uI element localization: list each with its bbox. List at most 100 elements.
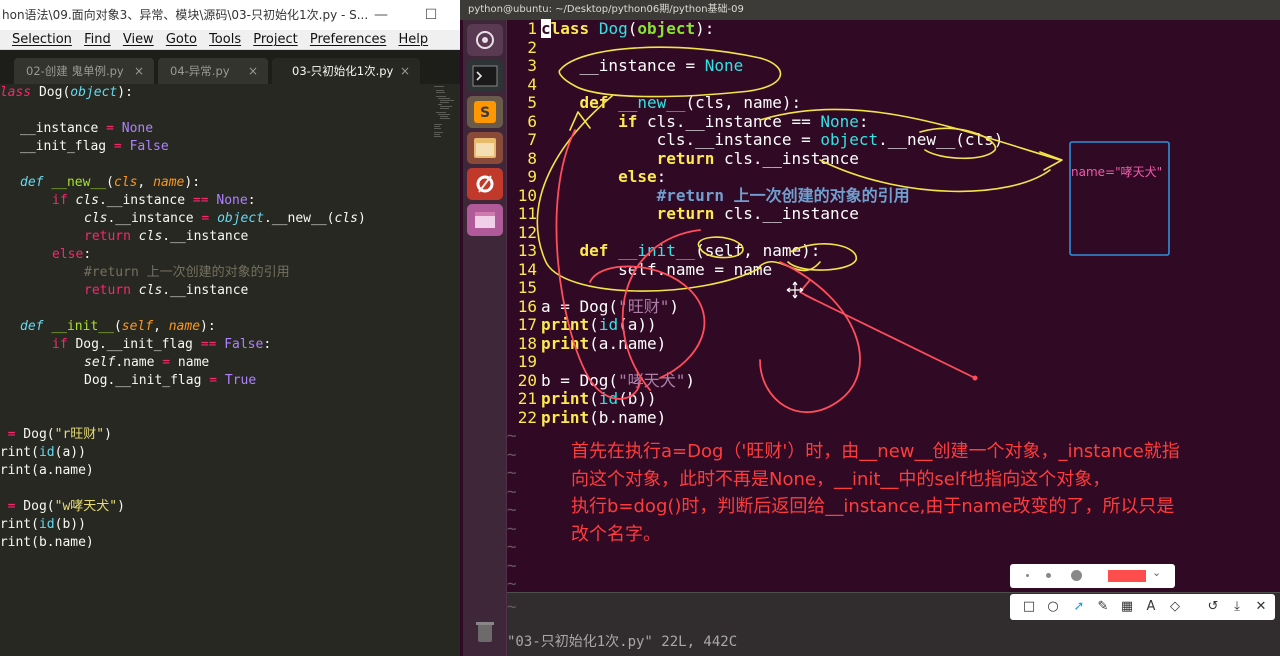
pen-color-swatch[interactable]: [1108, 570, 1146, 582]
vim-line: 8 return cls.__instance: [527, 148, 859, 168]
tab-bar: 02-创建 鬼单例.py × 04-异常.py × 03-只初始化1次.py ×: [0, 50, 460, 84]
code-line: print(a.name): [0, 463, 94, 478]
vim-tilde: ~: [507, 537, 517, 556]
vim-line: 9 else:: [527, 167, 667, 186]
vim-line: 5 def __new__(cls, name):: [527, 93, 802, 112]
pen-icon[interactable]: ✎: [1094, 598, 1112, 616]
settings-icon[interactable]: [467, 168, 503, 200]
tab-close-icon[interactable]: ×: [248, 58, 258, 84]
tab-label: 04-异常.py: [170, 64, 230, 78]
pen-size-medium[interactable]: [1046, 573, 1051, 578]
note-line: 改个名字。: [571, 523, 661, 545]
workspace-icon[interactable]: [467, 204, 503, 236]
vim-tilde: ~: [507, 574, 517, 593]
code-comment: #return 上一次创建的对象的引用: [84, 265, 290, 280]
code-line: return cls.__instance: [84, 229, 249, 244]
files-icon[interactable]: [467, 132, 503, 164]
vim-line: 22 print(b.name): [517, 407, 667, 427]
code-line: else:: [52, 247, 92, 262]
ubuntu-launcher: S: [463, 20, 507, 656]
svg-text:S: S: [480, 105, 490, 121]
window-title: hon语法\09.面向对象3、异常、模块\源码\03-只初始化1次.py - S…: [2, 8, 369, 22]
note-line: 执行b=dog()时，判断后返回给__instance,由于name改变的了，所…: [571, 496, 1175, 517]
code-line: def __init__(self, name):: [20, 319, 216, 334]
code-line: a = Dog("r旺财"): [7, 427, 112, 442]
menu-help[interactable]: Help: [398, 30, 428, 50]
code-line: __instance = None: [20, 121, 154, 136]
vim-line: 18 print(a.name): [517, 333, 667, 353]
code-line: print(id(b)): [0, 517, 86, 532]
annotation-toolbar: □ ○ ➚ ✎ ▦ A ◇ ↺ ⤓ ✕: [1010, 594, 1275, 620]
vm-window: python@ubuntu: ~/Desktop/python06期/pytho…: [460, 0, 1280, 656]
ellipse-icon[interactable]: ○: [1044, 598, 1062, 616]
trash-icon[interactable]: [467, 616, 503, 648]
tab-init-once[interactable]: 03-只初始化1次.py ×: [272, 58, 420, 84]
note-line: 首先在执行a=Dog（'旺财'）时，由__new__创建一个对象，_instan…: [571, 441, 1180, 462]
vim-line: 1 class Dog(object):: [527, 19, 715, 38]
vim-line: 11 return cls.__instance: [517, 204, 859, 223]
note-line: 向这个对象，此时不再是None，__init__中的self也指向这个对象，: [571, 468, 1111, 490]
tab-label: 02-创建 鬼单例.py: [26, 64, 124, 78]
vim-line: 16 a = Dog("旺财"): [517, 296, 679, 316]
sublime-code-editor[interactable]: class Dog(object): __instance = None __i…: [0, 84, 460, 656]
pen-size-large[interactable]: [1071, 570, 1082, 581]
vim-tilde: ~: [507, 481, 517, 501]
code-line: if Dog.__init_flag == False:: [52, 337, 272, 352]
vim-line: 14 self.name = name: [517, 259, 773, 279]
eraser-icon[interactable]: ◇: [1166, 598, 1184, 616]
sublime-icon[interactable]: S: [467, 96, 503, 128]
rectangle-icon[interactable]: □: [1020, 598, 1038, 616]
vim-line: 19: [517, 352, 537, 371]
menu-view[interactable]: View: [123, 30, 154, 50]
chevron-down-icon[interactable]: ⌄: [1152, 566, 1161, 579]
menu-selection[interactable]: Selection: [12, 30, 72, 50]
vim-line: 17 print(id(a)): [517, 315, 657, 334]
vim-line: 3 __instance = None: [527, 56, 744, 75]
terminal-icon[interactable]: [467, 60, 503, 92]
save-icon[interactable]: ⤓: [1228, 598, 1246, 616]
code-line: return cls.__instance: [84, 283, 249, 298]
vim-line: 6 if cls.__instance == None:: [527, 111, 869, 131]
minimize-icon[interactable]: —: [364, 0, 398, 30]
vim-tilde: ~: [507, 518, 517, 538]
vim-tilde: ~: [507, 463, 517, 482]
code-line: Dog.__init_flag = True: [84, 373, 257, 388]
code-line: self.name = name: [84, 355, 210, 370]
menu-tools[interactable]: Tools: [209, 30, 241, 50]
vim-line: 20 b = Dog("哮天犬"): [517, 370, 695, 390]
tab-singleton[interactable]: 02-创建 鬼单例.py ×: [14, 58, 154, 84]
maximize-icon[interactable]: ☐: [414, 0, 448, 30]
close-icon[interactable]: ✕: [1252, 598, 1270, 616]
menu-find[interactable]: Find: [84, 30, 111, 50]
vim-tilde: ~: [507, 426, 517, 445]
code-line: print(b.name): [0, 535, 94, 550]
vim-line: 12: [517, 222, 537, 242]
undo-icon[interactable]: ↺: [1204, 598, 1222, 616]
code-line: b = Dog("w哮天犬"): [7, 499, 125, 514]
instance-box-label: name="哮天犬": [1071, 165, 1163, 179]
terminal-title-bar: python@ubuntu: ~/Desktop/python06期/pytho…: [460, 0, 1280, 20]
pointer-icon[interactable]: ➚: [1070, 598, 1088, 616]
tab-close-icon[interactable]: ×: [134, 58, 144, 84]
explanation-note: 首先在执行a=Dog（'旺财'）时，由__new__创建一个对象，_instan…: [571, 438, 1271, 548]
code-line: if cls.__instance == None:: [52, 193, 256, 208]
vim-line: 15: [517, 278, 537, 297]
vim-status-message: "03-只初始化1次.py" 22L, 442C: [507, 634, 738, 650]
menu-project[interactable]: Project: [253, 30, 297, 50]
text-icon[interactable]: A: [1142, 598, 1160, 616]
vim-tilde: ~: [507, 500, 517, 519]
tab-label: 03-只初始化1次.py: [292, 64, 394, 78]
mosaic-icon[interactable]: ▦: [1118, 598, 1136, 616]
vim-line: 4: [527, 74, 537, 94]
vim-line: 21 print(id(b)): [517, 389, 657, 408]
menu-preferences[interactable]: Preferences: [310, 30, 386, 50]
menu-goto[interactable]: Goto: [166, 30, 197, 50]
vim-line: 2: [527, 37, 537, 57]
vim-line: 13 def __init__(self, name):: [517, 241, 821, 260]
tab-exceptions[interactable]: 04-异常.py ×: [158, 58, 268, 84]
pen-settings-bar: ⌄: [1010, 564, 1175, 588]
vim-line: 10 #return 上一次创建的对象的引用: [517, 185, 910, 205]
tab-close-icon[interactable]: ×: [400, 58, 410, 84]
dash-icon[interactable]: [467, 24, 503, 56]
pen-size-small[interactable]: [1026, 574, 1029, 577]
